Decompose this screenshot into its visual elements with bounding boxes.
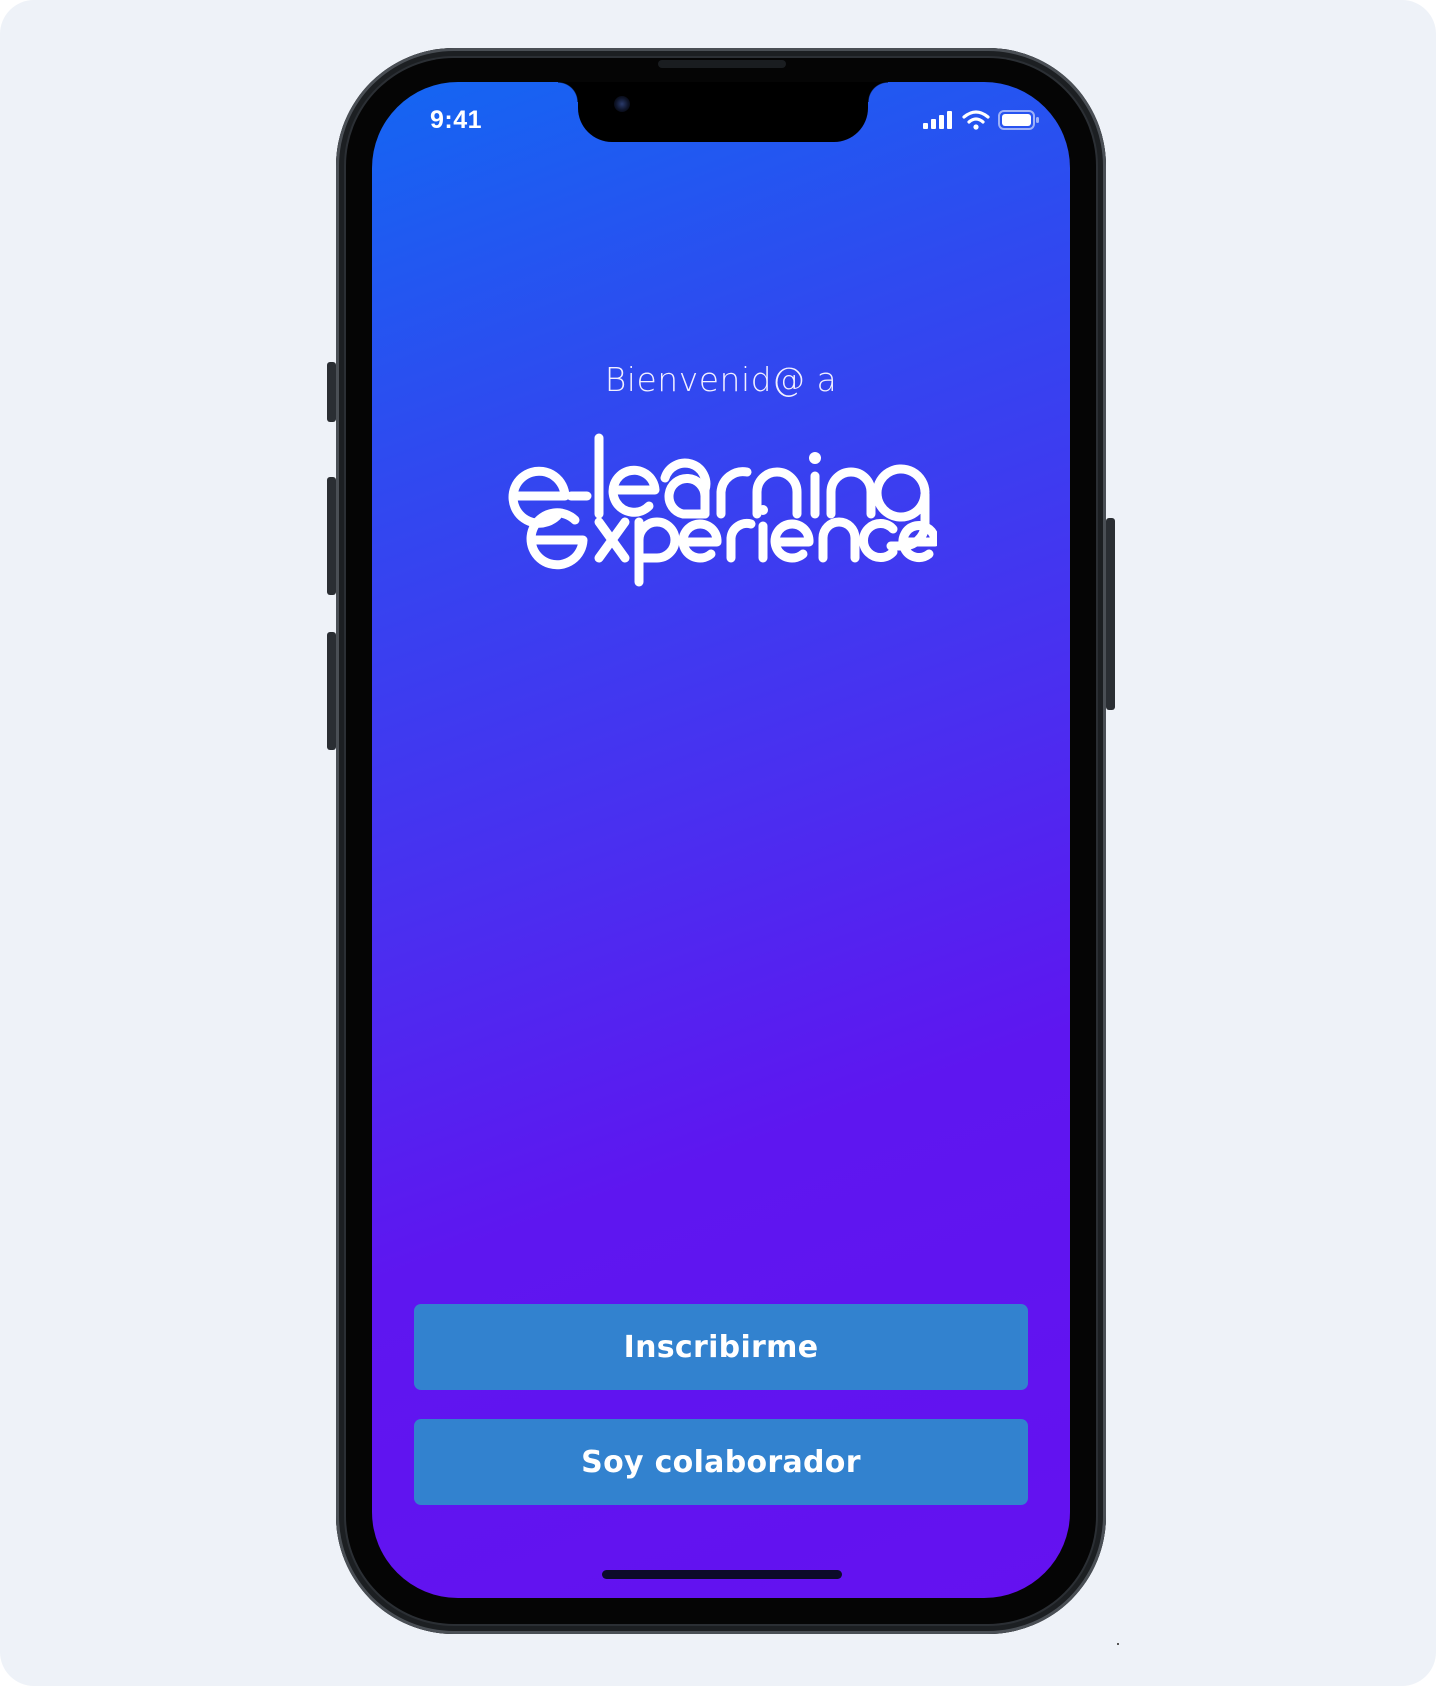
- silent-switch: [327, 362, 336, 422]
- collaborator-button[interactable]: Soy colaborador: [414, 1419, 1028, 1505]
- e-learning-experience-logo: [508, 433, 937, 587]
- earpiece-speaker: [658, 60, 786, 68]
- enroll-button[interactable]: Inscribirme: [414, 1304, 1028, 1390]
- welcome-text: Bienvenid@ a: [604, 360, 838, 399]
- page-background: 9:41 Bienvenid@ a Inscribirme Soy colabo…: [0, 0, 1436, 1686]
- decorative-dot: [1117, 1643, 1119, 1645]
- battery-icon: [998, 110, 1039, 130]
- volume-up-button: [327, 477, 336, 595]
- notch: [558, 82, 888, 142]
- wifi-icon: [962, 110, 990, 130]
- volume-down-button: [327, 632, 336, 750]
- power-button: [1106, 518, 1115, 710]
- home-indicator: [602, 1570, 842, 1579]
- app-screen: 9:41 Bienvenid@ a Inscribirme Soy colabo…: [372, 82, 1070, 1598]
- status-icons: [922, 110, 1040, 130]
- status-time: 9:41: [430, 106, 483, 134]
- cellular-signal-icon: [923, 111, 952, 129]
- front-camera: [614, 96, 630, 112]
